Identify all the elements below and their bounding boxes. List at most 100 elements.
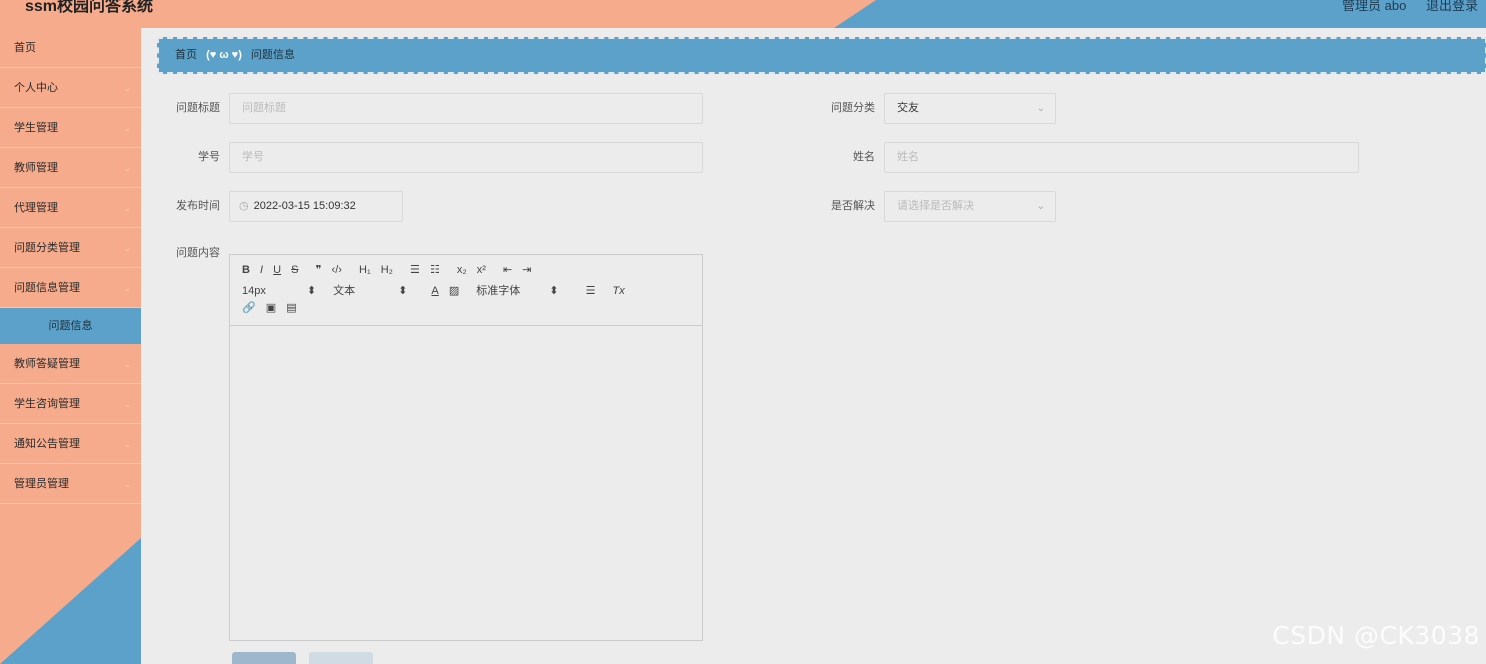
category-label: 问题分类 bbox=[831, 102, 875, 114]
header-user-area: 管理员 abo 退出登录 bbox=[1326, 0, 1478, 14]
video-icon[interactable]: ▤ bbox=[286, 301, 296, 314]
student-no-input[interactable]: 学号 bbox=[229, 142, 703, 173]
sidebar-item-question-categories[interactable]: 问题分类管理 ⌄ bbox=[0, 228, 141, 268]
rich-text-editor: B I U S ❞ ‹/› H₁ H₂ ☰ ☷ x₂ x² ⇤ ⇥ 14px ⬍ … bbox=[229, 254, 703, 641]
background-color-icon[interactable]: ▨ bbox=[449, 284, 459, 297]
editor-toolbar: B I U S ❞ ‹/› H₁ H₂ ☰ ☷ x₂ x² ⇤ ⇥ 14px ⬍ … bbox=[230, 255, 702, 326]
resolved-placeholder: 请选择是否解决 bbox=[897, 200, 974, 212]
breadcrumb-home[interactable]: 首页 bbox=[175, 49, 197, 61]
font-size-select[interactable]: 14px ⬍ bbox=[242, 284, 323, 297]
sidebar-item-notices[interactable]: 通知公告管理 ⌄ bbox=[0, 424, 141, 464]
chevron-down-icon: ⌄ bbox=[123, 123, 131, 133]
category-select[interactable]: 交友 ⌄ bbox=[884, 93, 1056, 124]
sidebar-item-agents[interactable]: 代理管理 ⌄ bbox=[0, 188, 141, 228]
content-label: 问题内容 bbox=[176, 247, 220, 259]
image-icon[interactable]: ▣ bbox=[266, 301, 276, 314]
chevron-down-icon: ⌄ bbox=[123, 243, 131, 253]
submit-button[interactable] bbox=[232, 652, 296, 664]
chevron-down-icon: ⌄ bbox=[123, 203, 131, 213]
breadcrumb-separator: (♥ ω ♥) bbox=[206, 49, 242, 61]
sidebar-item-label: 个人中心 bbox=[14, 82, 58, 94]
resolved-select[interactable]: 请选择是否解决 ⌄ bbox=[884, 191, 1056, 222]
heading2-button[interactable]: H₂ bbox=[381, 264, 393, 276]
chevron-down-icon: ⌄ bbox=[123, 359, 131, 369]
editor-content-area[interactable] bbox=[230, 326, 702, 640]
sidebar-item-teachers[interactable]: 教师管理 ⌄ bbox=[0, 148, 141, 188]
sidebar-item-label: 学生管理 bbox=[14, 122, 58, 134]
logout-link[interactable]: 退出登录 bbox=[1426, 0, 1478, 13]
link-icon[interactable]: 🔗 bbox=[242, 301, 256, 314]
ordered-list-icon[interactable]: ☰ bbox=[410, 263, 420, 276]
sidebar: 首页 个人中心 ⌄ 学生管理 ⌄ 教师管理 ⌄ 代理管理 ⌄ 问题分类管理 ⌄ 问题信息管… bbox=[0, 28, 141, 664]
current-user: 管理员 abo bbox=[1342, 0, 1407, 13]
indent-icon[interactable]: ⇥ bbox=[522, 263, 531, 276]
toolbar-row-format: B I U S ❞ ‹/› H₁ H₂ ☰ ☷ x₂ x² ⇤ ⇥ bbox=[242, 263, 702, 282]
breadcrumb: 首页 (♥ ω ♥) 问题信息 bbox=[157, 37, 1486, 74]
underline-button[interactable]: U bbox=[273, 264, 281, 276]
chevron-down-icon: ⌄ bbox=[123, 83, 131, 93]
watermark-text: CSDN @CK3038 bbox=[1272, 621, 1480, 650]
top-header: ssm校园问答系统 管理员 abo 退出登录 bbox=[0, 0, 1486, 28]
sidebar-subitem-question-info[interactable]: 问题信息 bbox=[0, 308, 141, 344]
subscript-button[interactable]: x₂ bbox=[457, 264, 467, 276]
sidebar-item-label: 学生咨询管理 bbox=[14, 398, 80, 410]
select-arrow-icon: ⬍ bbox=[549, 285, 559, 297]
sidebar-item-label: 问题分类管理 bbox=[14, 242, 80, 254]
app-title: ssm校园问答系统 bbox=[25, 0, 154, 15]
bullet-list-icon[interactable]: ☷ bbox=[430, 263, 440, 276]
sidebar-item-question-info[interactable]: 问题信息管理 ⌄ bbox=[0, 268, 141, 308]
sidebar-item-label: 教师管理 bbox=[14, 162, 58, 174]
sidebar-item-label: 管理员管理 bbox=[14, 478, 69, 490]
italic-button[interactable]: I bbox=[260, 264, 263, 276]
toolbar-row-insert: 🔗 ▣ ▤ bbox=[242, 301, 702, 320]
outdent-icon[interactable]: ⇤ bbox=[503, 263, 512, 276]
resolved-label: 是否解决 bbox=[831, 200, 875, 212]
text-type-value: 文本 bbox=[333, 285, 356, 297]
title-label: 问题标题 bbox=[176, 102, 220, 114]
chevron-down-icon: ⌄ bbox=[123, 283, 131, 293]
toolbar-row-style: 14px ⬍ 文本 ⬍ A ▨ 标准字体 ⬍ ☰ Tx bbox=[242, 282, 702, 301]
clock-icon: ◷ bbox=[239, 200, 249, 212]
sidebar-item-personal-center[interactable]: 个人中心 ⌄ bbox=[0, 68, 141, 108]
font-color-icon[interactable]: A bbox=[431, 285, 438, 297]
superscript-button[interactable]: x² bbox=[477, 264, 486, 276]
clear-format-icon[interactable]: Tx bbox=[613, 285, 625, 297]
text-type-select[interactable]: 文本 ⬍ bbox=[333, 282, 414, 298]
heading1-button[interactable]: H₁ bbox=[359, 264, 371, 276]
font-family-value: 标准字体 bbox=[476, 285, 521, 297]
blockquote-icon[interactable]: ❞ bbox=[316, 263, 322, 276]
chevron-down-icon: ⌄ bbox=[123, 479, 131, 489]
font-family-select[interactable]: 标准字体 ⬍ bbox=[476, 282, 565, 298]
sidebar-item-label: 教师答疑管理 bbox=[14, 358, 80, 370]
chevron-down-icon: ⌄ bbox=[123, 399, 131, 409]
code-icon[interactable]: ‹/› bbox=[332, 264, 342, 276]
student-no-label: 学号 bbox=[198, 151, 220, 163]
bold-button[interactable]: B bbox=[242, 264, 250, 276]
select-arrow-icon: ⬍ bbox=[306, 285, 317, 297]
cancel-button[interactable] bbox=[309, 652, 373, 664]
sidebar-item-label: 通知公告管理 bbox=[14, 438, 80, 450]
time-label: 发布时间 bbox=[176, 200, 220, 212]
title-input[interactable]: 问题标题 bbox=[229, 93, 703, 124]
sidebar-item-teacher-answers[interactable]: 教师答疑管理 ⌄ bbox=[0, 344, 141, 384]
name-label: 姓名 bbox=[853, 151, 875, 163]
sidebar-item-label: 问题信息管理 bbox=[14, 282, 80, 294]
sidebar-item-student-consult[interactable]: 学生咨询管理 ⌄ bbox=[0, 384, 141, 424]
sidebar-item-admins[interactable]: 管理员管理 ⌄ bbox=[0, 464, 141, 504]
time-picker[interactable]: ◷ 2022-03-15 15:09:32 bbox=[229, 191, 403, 222]
name-input[interactable]: 姓名 bbox=[884, 142, 1359, 173]
select-arrow-icon: ⬍ bbox=[398, 285, 408, 297]
chevron-down-icon: ⌄ bbox=[123, 439, 131, 449]
font-size-value: 14px bbox=[242, 285, 266, 297]
sidebar-item-label: 代理管理 bbox=[14, 202, 58, 214]
breadcrumb-current: 问题信息 bbox=[250, 49, 295, 61]
strike-button[interactable]: S bbox=[291, 264, 298, 276]
align-icon[interactable]: ☰ bbox=[586, 284, 596, 297]
header-peach-slant bbox=[834, 0, 876, 28]
sidebar-item-home[interactable]: 首页 bbox=[0, 28, 141, 68]
chevron-down-icon: ⌄ bbox=[123, 163, 131, 173]
sidebar-item-students[interactable]: 学生管理 ⌄ bbox=[0, 108, 141, 148]
chevron-down-icon: ⌄ bbox=[1036, 201, 1045, 212]
time-value: 2022-03-15 15:09:32 bbox=[253, 200, 356, 212]
sidebar-item-label: 首页 bbox=[14, 42, 36, 54]
